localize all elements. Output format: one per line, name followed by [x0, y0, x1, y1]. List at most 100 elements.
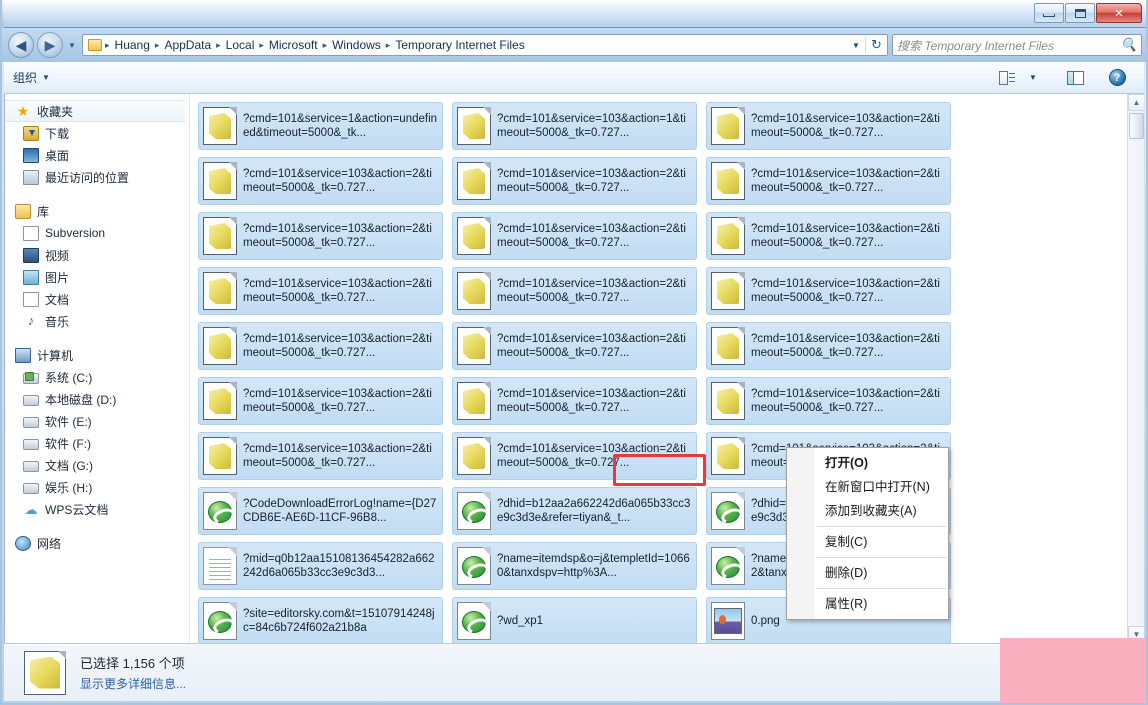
file-tile[interactable]: ?cmd=101&service=103&action=2&timeout=50…: [452, 432, 697, 480]
sidebar-item-music[interactable]: ♪ 音乐: [5, 310, 189, 332]
file-tile[interactable]: ?cmd=101&service=103&action=2&timeout=50…: [198, 432, 443, 480]
file-tile[interactable]: ?mid=q0b12aa15108136454282a662242d6a065b…: [198, 542, 443, 590]
file-tile[interactable]: ?cmd=101&service=103&action=2&timeout=50…: [198, 212, 443, 260]
history-dropdown-button[interactable]: ▼: [66, 41, 78, 50]
file-name: ?cmd=101&service=103&action=2&timeout=50…: [497, 168, 686, 194]
back-button[interactable]: ◀: [8, 32, 34, 58]
sidebar-group-network[interactable]: 网络: [5, 532, 189, 554]
breadcrumb-item-windows[interactable]: Windows: [328, 38, 385, 52]
vertical-scrollbar[interactable]: ▲ ▼: [1127, 94, 1144, 643]
breadcrumb-item-appdata[interactable]: AppData: [160, 38, 215, 52]
sidebar-item-desktop[interactable]: 桌面: [5, 144, 189, 166]
pink-overlay-rectangle: [1000, 638, 1148, 705]
sidebar-item-pictures[interactable]: 图片: [5, 266, 189, 288]
file-name: ?cmd=101&service=103&action=2&timeout=50…: [243, 223, 432, 249]
file-tile[interactable]: ?cmd=101&service=103&action=2&timeout=50…: [452, 377, 697, 425]
show-more-details-link[interactable]: 显示更多详细信息...: [80, 675, 186, 692]
file-tile[interactable]: ?cmd=101&service=103&action=2&timeout=50…: [452, 322, 697, 370]
chevron-up-icon: ▲: [1132, 98, 1141, 107]
minimize-button[interactable]: [1034, 3, 1064, 23]
file-list-pane[interactable]: ?cmd=101&service=1&action=undefined&time…: [190, 94, 1144, 643]
sidebar-item-documents[interactable]: 文档: [5, 288, 189, 310]
sidebar-group-favorites[interactable]: ★ 收藏夹: [5, 100, 185, 122]
sidebar-group-label: 计算机: [37, 348, 74, 363]
refresh-icon[interactable]: ↻: [865, 37, 887, 53]
scroll-up-button[interactable]: ▲: [1128, 94, 1144, 111]
search-input[interactable]: 搜索 Temporary Internet Files 🔍: [892, 34, 1142, 56]
file-tile[interactable]: ?cmd=101&service=103&action=2&timeout=50…: [706, 267, 951, 315]
script-file-icon: [203, 382, 237, 420]
file-tile[interactable]: ?cmd=101&service=103&action=2&timeout=50…: [452, 212, 697, 260]
file-tile[interactable]: ?cmd=101&service=103&action=2&timeout=50…: [706, 212, 951, 260]
search-icon[interactable]: 🔍: [1121, 37, 1137, 53]
sidebar-item-drive-e[interactable]: 软件 (E:): [5, 410, 189, 432]
file-tile[interactable]: ?dhid=b12aa2a662242d6a065b33cc3e9c3d3e&r…: [452, 487, 697, 535]
breadcrumb[interactable]: ▸ Huang ▸ AppData ▸ Local ▸ Microsoft ▸ …: [82, 34, 888, 56]
sidebar-group-libraries[interactable]: 库: [5, 200, 189, 222]
context-menu-item-properties[interactable]: 属性(R): [787, 592, 948, 616]
breadcrumb-item-huang[interactable]: Huang: [111, 38, 154, 52]
maximize-button[interactable]: [1065, 3, 1095, 23]
file-tile[interactable]: ?cmd=101&service=103&action=2&timeout=50…: [706, 377, 951, 425]
breadcrumb-dropdown-button[interactable]: ▼: [847, 41, 865, 50]
file-tile[interactable]: ?cmd=101&service=103&action=2&timeout=50…: [198, 267, 443, 315]
library-icon: [15, 203, 31, 219]
status-text-group: 已选择 1,156 个项 显示更多详细信息...: [80, 653, 186, 692]
context-menu-item-copy[interactable]: 复制(C): [787, 530, 948, 554]
file-tile[interactable]: ?site=editorsky.com&t=15107914248jc=84c6…: [198, 597, 443, 643]
drive-icon: [23, 438, 39, 450]
file-tile[interactable]: ?cmd=101&service=103&action=2&timeout=50…: [452, 267, 697, 315]
sidebar-group-computer[interactable]: 计算机: [5, 344, 189, 366]
script-file-icon: [711, 162, 745, 200]
organize-button[interactable]: 组织 ▼: [4, 64, 59, 91]
file-tile[interactable]: ?cmd=101&service=103&action=2&timeout=50…: [706, 157, 951, 205]
file-tile[interactable]: ?cmd=101&service=103&action=2&timeout=50…: [198, 322, 443, 370]
chevron-down-icon: ▼: [68, 40, 76, 50]
script-file-icon: [203, 107, 237, 145]
file-tile[interactable]: ?cmd=101&service=1&action=undefined&time…: [198, 102, 443, 150]
file-tile[interactable]: ?cmd=101&service=103&action=2&timeout=50…: [706, 322, 951, 370]
sidebar-item-recent-places[interactable]: 最近访问的位置: [5, 166, 189, 188]
sidebar-item-wps-cloud[interactable]: ☁ WPS云文档: [5, 498, 189, 520]
sidebar-item-label: 下载: [45, 126, 70, 141]
context-menu-item-add-to-favorites[interactable]: 添加到收藏夹(A): [787, 499, 948, 523]
file-tile[interactable]: ?cmd=101&service=103&action=2&timeout=50…: [198, 157, 443, 205]
help-button[interactable]: ?: [1104, 67, 1130, 89]
sidebar-item-subversion[interactable]: Subversion: [5, 222, 189, 244]
window-frame-edge: [0, 0, 4, 28]
context-menu-item-open[interactable]: 打开(O): [787, 451, 948, 475]
context-menu-item-open-new-window[interactable]: 在新窗口中打开(N): [787, 475, 948, 499]
preview-pane-button[interactable]: [1062, 67, 1088, 89]
close-button[interactable]: ✕: [1096, 3, 1142, 23]
sidebar-item-videos[interactable]: 视频: [5, 244, 189, 266]
file-tile[interactable]: ?cmd=101&service=103&action=1&timeout=50…: [452, 102, 697, 150]
breadcrumb-item-microsoft[interactable]: Microsoft: [265, 38, 322, 52]
file-tile[interactable]: ?CodeDownloadErrorLog!name={D27CDB6E-AE6…: [198, 487, 443, 535]
sidebar-item-drive-c[interactable]: 系统 (C:): [5, 366, 189, 388]
script-file-icon: [711, 382, 745, 420]
breadcrumb-item-temporary-internet-files[interactable]: Temporary Internet Files: [391, 38, 528, 52]
context-menu[interactable]: 打开(O) 在新窗口中打开(N) 添加到收藏夹(A) 复制(C) 删除(D) 属…: [786, 447, 949, 620]
script-file-icon: [203, 162, 237, 200]
sidebar-item-drive-f[interactable]: 软件 (F:): [5, 432, 189, 454]
scrollbar-thumb[interactable]: [1129, 113, 1144, 139]
change-view-button[interactable]: [994, 67, 1020, 89]
sidebar-item-drive-g[interactable]: 文档 (G:): [5, 454, 189, 476]
file-tile[interactable]: ?cmd=101&service=103&action=2&timeout=50…: [706, 102, 951, 150]
forward-button[interactable]: ▶: [37, 32, 63, 58]
script-file-icon: [457, 382, 491, 420]
file-tile[interactable]: ?wd_xp1: [452, 597, 697, 643]
file-tile[interactable]: ?cmd=101&service=103&action=2&timeout=50…: [452, 157, 697, 205]
chevron-down-icon: ▼: [42, 73, 50, 82]
sidebar-item-downloads[interactable]: 下载: [5, 122, 189, 144]
close-icon: ✕: [1114, 7, 1124, 20]
navigation-pane[interactable]: ★ 收藏夹 下载 桌面 最近访问的位置 库 Subversion 视频 图片 文…: [5, 94, 190, 643]
file-name: ?mid=q0b12aa15108136454282a662242d6a065b…: [243, 553, 435, 579]
context-menu-item-delete[interactable]: 删除(D): [787, 561, 948, 585]
sidebar-item-drive-d[interactable]: 本地磁盘 (D:): [5, 388, 189, 410]
breadcrumb-item-local[interactable]: Local: [222, 38, 259, 52]
view-dropdown-button[interactable]: ▼: [1020, 67, 1046, 89]
sidebar-item-drive-h[interactable]: 娱乐 (H:): [5, 476, 189, 498]
file-tile[interactable]: ?cmd=101&service=103&action=2&timeout=50…: [198, 377, 443, 425]
file-tile[interactable]: ?name=itemdsp&o=j&templetId=10660&tanxds…: [452, 542, 697, 590]
